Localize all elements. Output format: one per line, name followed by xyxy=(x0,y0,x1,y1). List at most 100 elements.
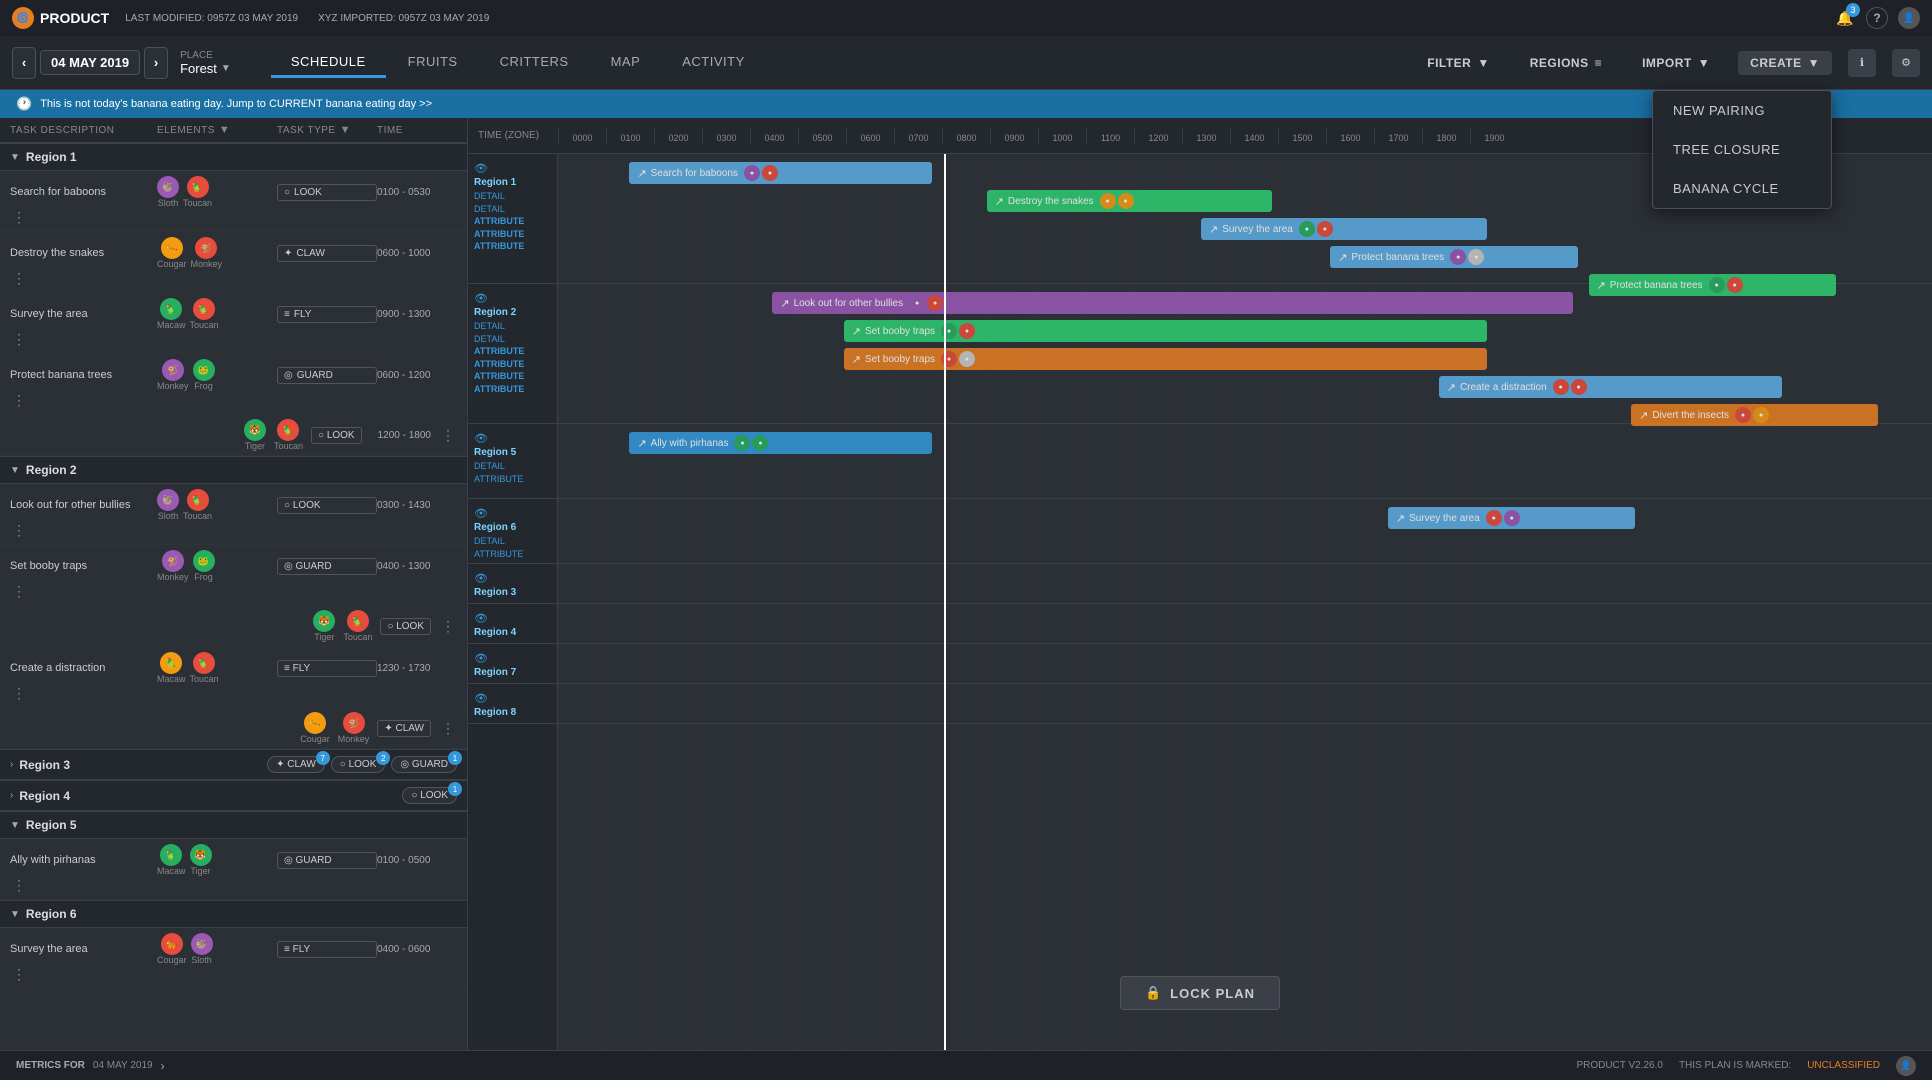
lock-plan-button[interactable]: 🔒 LOCK PLAN xyxy=(1120,976,1280,1010)
dropdown-new-pairing[interactable]: NEW PAIRING xyxy=(1653,91,1831,130)
region-detail-text: DETAIL xyxy=(474,460,551,473)
nav-actions: FILTER ▼ REGIONS ≡ IMPORT ▼ CREATE ▼ ℹ ⚙ xyxy=(1415,49,1920,77)
next-date-button[interactable]: › xyxy=(144,47,168,79)
task-more-button[interactable]: ⋮ xyxy=(439,719,457,737)
dropdown-tree-closure[interactable]: TREE CLOSURE xyxy=(1653,130,1831,169)
look-badge[interactable]: ○ LOOK1 xyxy=(402,787,457,804)
task-more-button[interactable]: ⋮ xyxy=(439,617,457,635)
gantt-bar[interactable]: ↗Search for baboons●● xyxy=(629,162,931,184)
animal-avatar: 🦜 xyxy=(277,419,299,441)
place-selector[interactable]: Place Forest ▼ xyxy=(180,50,231,76)
gantt-region-row: ↗Survey the area●● xyxy=(558,499,1932,564)
animal-label: Sloth xyxy=(191,955,212,965)
guard-badge[interactable]: ◎ GUARD1 xyxy=(391,756,457,773)
create-chevron-icon: ▼ xyxy=(1808,56,1820,70)
badge-icon: ✦ xyxy=(284,248,292,259)
gantt-bar[interactable]: ↗Survey the area●● xyxy=(1201,218,1487,240)
region-label-row[interactable]: 👁Region 3 xyxy=(468,564,557,604)
task-more-button[interactable]: ⋮ xyxy=(10,269,28,287)
animal-toucan: 🦜Toucan xyxy=(190,652,219,684)
gantt-bar[interactable]: ↗Ally with pirhanas●● xyxy=(629,432,931,454)
region-label-row[interactable]: 👁Region 6DETAILATTRIBUTE xyxy=(468,499,557,564)
regions-button[interactable]: REGIONS ≡ xyxy=(1518,51,1614,75)
bar-icon: ↗ xyxy=(1338,251,1347,264)
look-badge[interactable]: ○ LOOK2 xyxy=(331,756,386,773)
bar-animal-avatar: ● xyxy=(1317,221,1333,237)
task-more-button[interactable]: ⋮ xyxy=(10,965,28,983)
region-6-header[interactable]: ▼ Region 6 xyxy=(0,900,467,928)
animal-avatar: 🦜 xyxy=(160,652,182,674)
gantt-bar[interactable]: ↗Destroy the snakes●● xyxy=(987,190,1273,212)
animal-label: Toucan xyxy=(183,511,212,521)
task-more-button[interactable]: ⋮ xyxy=(10,684,28,702)
create-button[interactable]: CREATE ▼ xyxy=(1738,51,1832,75)
notification-button[interactable]: 🔔 3 xyxy=(1834,7,1856,29)
region-label-row[interactable]: 👁Region 5DETAILATTRIBUTE xyxy=(468,424,557,499)
import-button[interactable]: IMPORT ▼ xyxy=(1630,51,1722,75)
user-avatar[interactable]: 👤 xyxy=(1898,7,1920,29)
prev-date-button[interactable]: ‹ xyxy=(12,47,36,79)
task-more-button[interactable]: ⋮ xyxy=(10,208,28,226)
info-button[interactable]: ℹ xyxy=(1848,49,1876,77)
region-2-header[interactable]: ▼ Region 2 xyxy=(0,456,467,484)
task-name: Search for baboons xyxy=(10,186,157,198)
extra-row: 🐯Tiger 🦜Toucan ○ LOOK ⋮ xyxy=(0,606,467,647)
tab-map[interactable]: MAP xyxy=(591,48,661,78)
bar-animals: ●● xyxy=(744,165,778,181)
date-selector[interactable]: 04 MAY 2019 xyxy=(40,50,140,75)
animal-avatar: 🐒 xyxy=(162,359,184,381)
gantt-bar[interactable]: ↗Look out for other bullies●● xyxy=(772,292,1573,314)
bar-animal-avatar: ● xyxy=(1504,510,1520,526)
region-5-header[interactable]: ▼ Region 5 xyxy=(0,811,467,839)
time-slot: 0400 xyxy=(750,129,798,143)
time-slot: 0200 xyxy=(654,129,702,143)
gantt-bar[interactable]: ↗Protect banana trees●● xyxy=(1330,246,1577,268)
task-more-button[interactable]: ⋮ xyxy=(10,876,28,894)
tab-critters[interactable]: CRITTERS xyxy=(480,48,589,78)
region-4-header[interactable]: › Region 4 ○ LOOK1 xyxy=(0,780,467,811)
task-row: Create a distraction 🦜Macaw 🦜Toucan ≡ FL… xyxy=(0,647,467,708)
region-label-row[interactable]: 👁Region 2DETAILDETAILATTRIBUTEATTRIBUTEA… xyxy=(468,284,557,424)
tab-fruits[interactable]: FRUITS xyxy=(388,48,478,78)
task-more-button[interactable]: ⋮ xyxy=(10,521,28,539)
region-label-row[interactable]: 👁Region 4 xyxy=(468,604,557,644)
region-1-header[interactable]: ▼ Region 1 xyxy=(0,143,467,171)
settings-button[interactable]: ⚙ xyxy=(1892,49,1920,77)
region-label-row[interactable]: 👁Region 7 xyxy=(468,644,557,684)
bar-icon: ↗ xyxy=(1639,409,1648,422)
bar-icon: ↗ xyxy=(1396,512,1405,525)
bar-label: Search for baboons xyxy=(651,168,738,179)
place-value[interactable]: Forest ▼ xyxy=(180,61,231,76)
claw-badge[interactable]: ✦ CLAW7 xyxy=(267,756,325,773)
task-more-button[interactable]: ⋮ xyxy=(10,391,28,409)
gantt-bar[interactable]: ↗Survey the area●● xyxy=(1388,507,1635,529)
task-more-button[interactable]: ⋮ xyxy=(10,330,28,348)
animal-label: Frog xyxy=(194,572,213,582)
region-label-row[interactable]: 👁Region 8 xyxy=(468,684,557,724)
dropdown-banana-cycle[interactable]: BANANA CYCLE xyxy=(1653,169,1831,208)
current-time-indicator: 0645 xyxy=(944,154,946,1050)
banner: 🕐 This is not today's banana eating day.… xyxy=(0,90,1932,118)
tab-schedule[interactable]: SCHEDULE xyxy=(271,48,386,78)
region-5-chevron-icon: ▼ xyxy=(10,820,20,831)
bar-icon: ↗ xyxy=(780,297,789,310)
elements-filter-icon[interactable]: ▼ xyxy=(219,124,230,136)
tab-activity[interactable]: ACTIVITY xyxy=(662,48,765,78)
animal-macaw: 🦜Macaw xyxy=(157,844,186,876)
tasktype-filter-icon[interactable]: ▼ xyxy=(340,124,351,136)
gantt-bar[interactable]: ↗Set booby traps●● xyxy=(844,320,1487,342)
help-button[interactable]: ? xyxy=(1866,7,1888,29)
col-task-type: TASK TYPE ▼ xyxy=(277,124,377,136)
gantt-bar[interactable]: ↗Set booby traps●● xyxy=(844,348,1487,370)
gantt-bar[interactable]: ↗Create a distraction●● xyxy=(1439,376,1783,398)
metrics-expand-button[interactable]: › xyxy=(161,1059,165,1073)
region-3-header[interactable]: › Region 3 ✦ CLAW7 ○ LOOK2 ◎ GUARD1 xyxy=(0,749,467,780)
region-label-row[interactable]: 👁Region 1DETAILDETAILATTRIBUTEATTRIBUTEA… xyxy=(468,154,557,284)
gantt-bar[interactable]: ↗Divert the insects●● xyxy=(1631,404,1878,426)
task-more-button[interactable]: ⋮ xyxy=(439,426,457,444)
bar-animal-avatar: ● xyxy=(959,323,975,339)
task-more-button[interactable]: ⋮ xyxy=(10,582,28,600)
filter-button[interactable]: FILTER ▼ xyxy=(1415,51,1502,75)
animal-label: Macaw xyxy=(157,320,186,330)
user-avatar-bottom[interactable]: 👤 xyxy=(1896,1056,1916,1076)
